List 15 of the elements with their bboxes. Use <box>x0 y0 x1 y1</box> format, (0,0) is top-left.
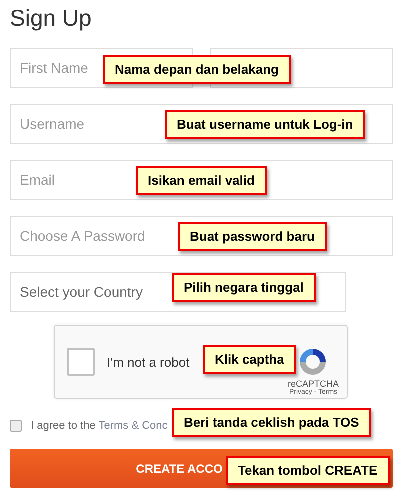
annotation-callout: Tekan tombol CREATE <box>226 456 390 485</box>
recaptcha-brand: reCAPTCHA <box>288 378 339 388</box>
agree-text: I agree to the Terms & Conc <box>31 420 168 432</box>
annotation-callout: Pilih negara tinggal <box>172 273 316 302</box>
annotation-callout: Beri tanda ceklish pada TOS <box>172 408 372 437</box>
annotation-callout: Isikan email valid <box>136 166 267 195</box>
captcha-checkbox[interactable] <box>67 348 95 376</box>
annotation-callout: Buat username untuk Log-in <box>165 110 366 139</box>
terms-link[interactable]: Terms & Conc <box>98 420 168 432</box>
captcha-label: I'm not a robot <box>107 354 190 370</box>
agree-checkbox[interactable] <box>10 420 22 432</box>
annotation-callout: Klik captha <box>203 345 296 374</box>
annotation-callout: Nama depan dan belakang <box>103 55 291 84</box>
annotation-callout: Buat password baru <box>178 222 327 251</box>
page-title: Sign Up <box>10 4 93 33</box>
